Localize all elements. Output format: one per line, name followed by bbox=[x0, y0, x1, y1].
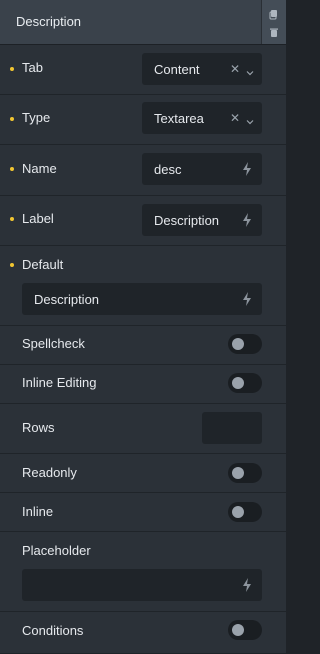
field-row-label: Label Description bbox=[0, 195, 286, 246]
toggle-knob bbox=[232, 338, 244, 350]
type-select-value: Textarea bbox=[154, 111, 204, 126]
rows-input[interactable] bbox=[202, 412, 262, 444]
required-dot bbox=[10, 117, 14, 121]
required-dot bbox=[10, 263, 14, 267]
required-dot bbox=[10, 167, 14, 171]
type-select[interactable]: Textarea ✕ bbox=[142, 102, 262, 134]
default-input[interactable]: Description bbox=[22, 283, 262, 315]
field-row-default: Default Description bbox=[0, 245, 286, 326]
name-input[interactable]: desc bbox=[142, 153, 262, 185]
tab-select[interactable]: Content ✕ bbox=[142, 53, 262, 85]
inline-label: Inline bbox=[22, 504, 54, 519]
field-row-conditions: Conditions bbox=[0, 611, 286, 654]
clear-icon[interactable]: ✕ bbox=[230, 111, 240, 125]
inline-toggle[interactable] bbox=[228, 502, 262, 522]
chevron-down-icon[interactable] bbox=[246, 113, 254, 131]
panel-title: Description bbox=[16, 14, 82, 29]
field-row-inline-editing: Inline Editing bbox=[0, 364, 286, 404]
rows-label: Rows bbox=[22, 420, 55, 435]
label-input[interactable]: Description bbox=[142, 204, 262, 236]
field-row-name: Name desc bbox=[0, 144, 286, 196]
readonly-toggle[interactable] bbox=[228, 463, 262, 483]
inline-editing-label: Inline Editing bbox=[22, 375, 97, 390]
spellcheck-label: Spellcheck bbox=[22, 336, 85, 351]
field-row-inline: Inline bbox=[0, 492, 286, 532]
field-row-rows: Rows bbox=[0, 403, 286, 454]
required-dot bbox=[10, 217, 14, 221]
panel-header[interactable]: Description bbox=[0, 0, 286, 45]
field-row-readonly: Readonly bbox=[0, 453, 286, 493]
tab-label: Tab bbox=[22, 60, 43, 75]
readonly-label: Readonly bbox=[22, 465, 77, 480]
toggle-knob bbox=[232, 506, 244, 518]
field-row-spellcheck: Spellcheck bbox=[0, 325, 286, 365]
chevron-down-icon[interactable] bbox=[246, 64, 254, 82]
tab-select-value: Content bbox=[154, 62, 200, 77]
toggle-knob bbox=[232, 377, 244, 389]
field-row-placeholder: Placeholder bbox=[0, 531, 286, 612]
type-label: Type bbox=[22, 110, 51, 125]
placeholder-label: Placeholder bbox=[22, 543, 91, 558]
field-row-type: Type Textarea ✕ bbox=[0, 94, 286, 145]
required-dot bbox=[10, 67, 14, 71]
dynamic-data-bolt-icon[interactable] bbox=[242, 292, 252, 311]
trash-icon[interactable] bbox=[268, 26, 280, 38]
header-actions bbox=[261, 0, 286, 44]
default-label: Default bbox=[22, 257, 64, 272]
default-input-value: Description bbox=[34, 292, 100, 307]
toggle-knob bbox=[232, 467, 244, 479]
spellcheck-toggle[interactable] bbox=[228, 334, 262, 354]
field-row-tab: Tab Content ✕ bbox=[0, 44, 286, 95]
element-settings-panel: Description Tab Content ✕ Type Textarea … bbox=[0, 0, 286, 654]
conditions-label: Conditions bbox=[22, 623, 84, 638]
inline-editing-toggle[interactable] bbox=[228, 373, 262, 393]
toggle-knob bbox=[232, 624, 244, 636]
dynamic-data-bolt-icon[interactable] bbox=[242, 162, 252, 181]
dynamic-data-bolt-icon[interactable] bbox=[242, 578, 252, 597]
conditions-toggle[interactable] bbox=[228, 620, 262, 640]
placeholder-input[interactable] bbox=[22, 569, 262, 601]
name-label: Name bbox=[22, 161, 57, 176]
name-input-value: desc bbox=[154, 162, 182, 177]
label-label: Label bbox=[22, 211, 54, 226]
clear-icon[interactable]: ✕ bbox=[230, 62, 240, 76]
label-input-value: Description bbox=[154, 213, 220, 228]
dynamic-data-bolt-icon[interactable] bbox=[242, 213, 252, 232]
copy-icon[interactable] bbox=[268, 8, 280, 20]
